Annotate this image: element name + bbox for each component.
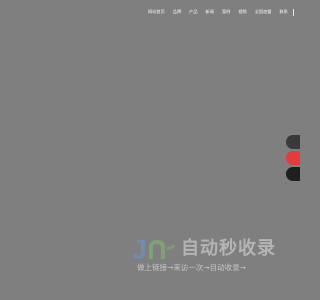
side-button-3[interactable] <box>286 167 300 181</box>
nav-item-video[interactable]: 视频 <box>238 7 246 17</box>
nav-divider <box>292 8 294 16</box>
side-button-2[interactable] <box>286 151 300 165</box>
side-button-1[interactable] <box>286 135 300 149</box>
page-background: 网站首页 品牌 产品 新闻 案例 视频 全国加盟 联系 自动秒收录 做上链接→来… <box>0 0 300 300</box>
nav-item-franchise[interactable]: 全国加盟 <box>255 7 272 17</box>
nav-item-cases[interactable]: 案例 <box>222 7 230 17</box>
nav-item-brand[interactable]: 品牌 <box>173 7 181 17</box>
jr-logo-icon <box>133 240 175 259</box>
nav-item-home[interactable]: 网站首页 <box>148 7 165 17</box>
auto-index-watermark: 自动秒收录 做上链接→来访一次→自动收录→ <box>125 235 285 280</box>
top-navigation: 网站首页 品牌 产品 新闻 案例 视频 全国加盟 联系 <box>148 7 298 17</box>
watermark-subtitle: 做上链接→来访一次→自动收录→ <box>137 263 246 272</box>
nav-item-products[interactable]: 产品 <box>189 7 197 17</box>
watermark-title: 自动秒收录 <box>181 238 276 259</box>
nav-item-contact[interactable]: 联系 <box>279 7 287 17</box>
nav-item-news[interactable]: 新闻 <box>206 7 214 17</box>
